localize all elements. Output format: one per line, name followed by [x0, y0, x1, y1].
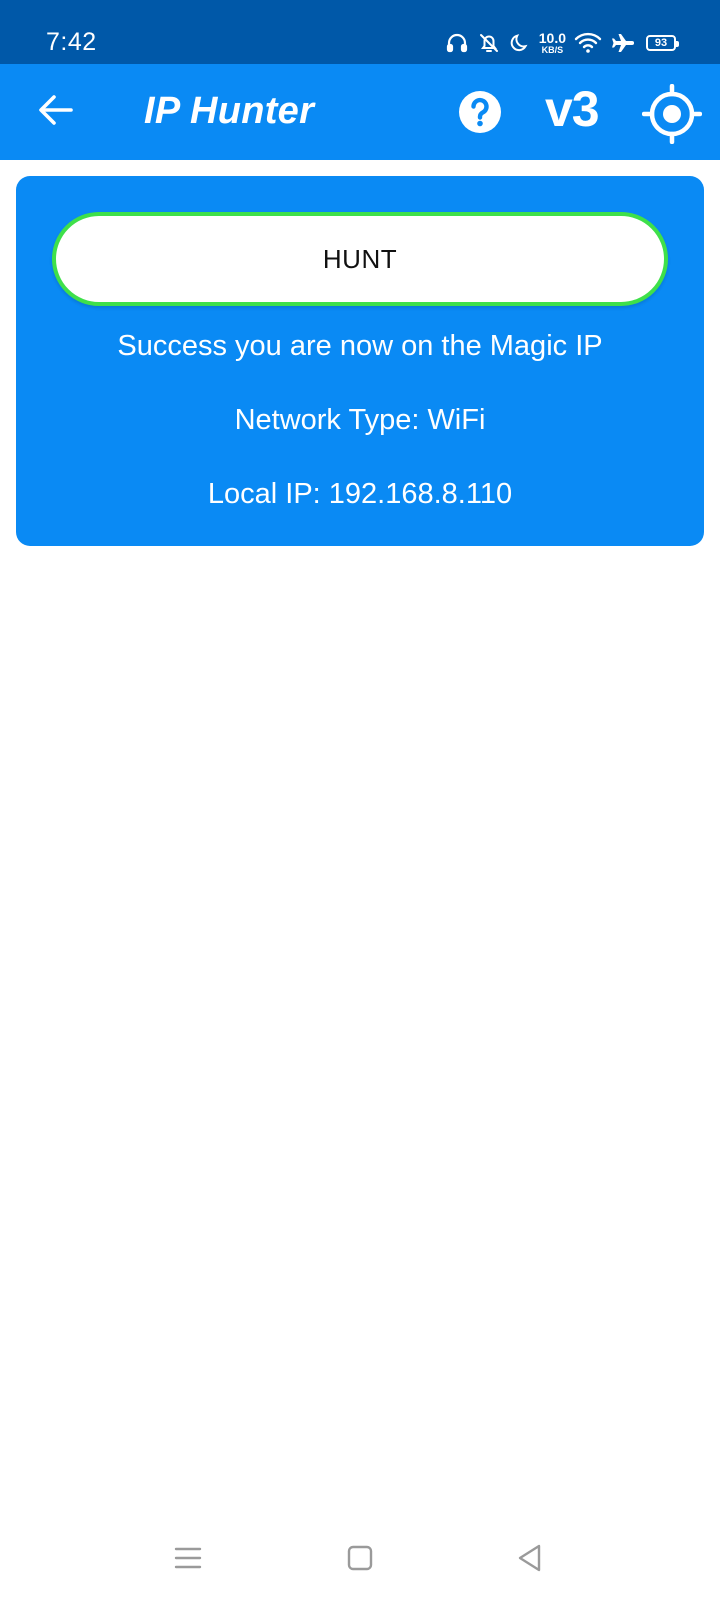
status-icons: 10.0 KB/S 93: [445, 28, 679, 58]
version-label[interactable]: v3: [545, 80, 600, 138]
moon-icon: [509, 32, 531, 54]
nav-home-button[interactable]: [336, 1536, 384, 1584]
status-message: Success you are now on the Magic IP: [117, 330, 603, 362]
nav-recents-button[interactable]: [164, 1536, 212, 1584]
back-button[interactable]: [32, 88, 80, 136]
help-button[interactable]: [458, 90, 502, 134]
back-triangle-icon: [515, 1543, 545, 1578]
net-speed-value: 10.0: [538, 30, 566, 46]
screen: 7:42 10.0 KB/S 93 IP Hunter v3 HUNT Succ…: [0, 0, 720, 1600]
battery-level: 93: [654, 37, 668, 49]
back-arrow-icon: [37, 93, 75, 132]
local-ip: Local IP: 192.168.8.110: [207, 478, 513, 510]
airplane-icon: [610, 31, 636, 55]
net-speed-indicator: 10.0 KB/S: [539, 31, 566, 55]
nav-back-button[interactable]: [506, 1536, 554, 1584]
result-card: HUNT Success you are now on the Magic IP…: [16, 176, 704, 546]
app-title: IP Hunter: [144, 90, 315, 132]
hunt-button[interactable]: HUNT: [52, 212, 668, 306]
status-time: 7:42: [46, 28, 97, 56]
crosshair-icon: [641, 83, 703, 148]
net-speed-unit: KB/S: [541, 45, 564, 55]
headphones-icon: [445, 31, 469, 55]
status-bar: 7:42 10.0 KB/S 93: [0, 0, 720, 64]
battery-icon: 93: [646, 35, 679, 51]
help-icon: [458, 91, 502, 138]
navigation-bar: [0, 1520, 720, 1600]
wifi-icon: [574, 31, 602, 55]
bell-off-icon: [477, 31, 501, 55]
home-square-icon: [345, 1543, 375, 1578]
locate-button[interactable]: [641, 83, 703, 145]
network-type: Network Type: WiFi: [234, 404, 486, 436]
menu-icon: [173, 1545, 203, 1576]
app-bar: IP Hunter v3: [0, 64, 720, 160]
